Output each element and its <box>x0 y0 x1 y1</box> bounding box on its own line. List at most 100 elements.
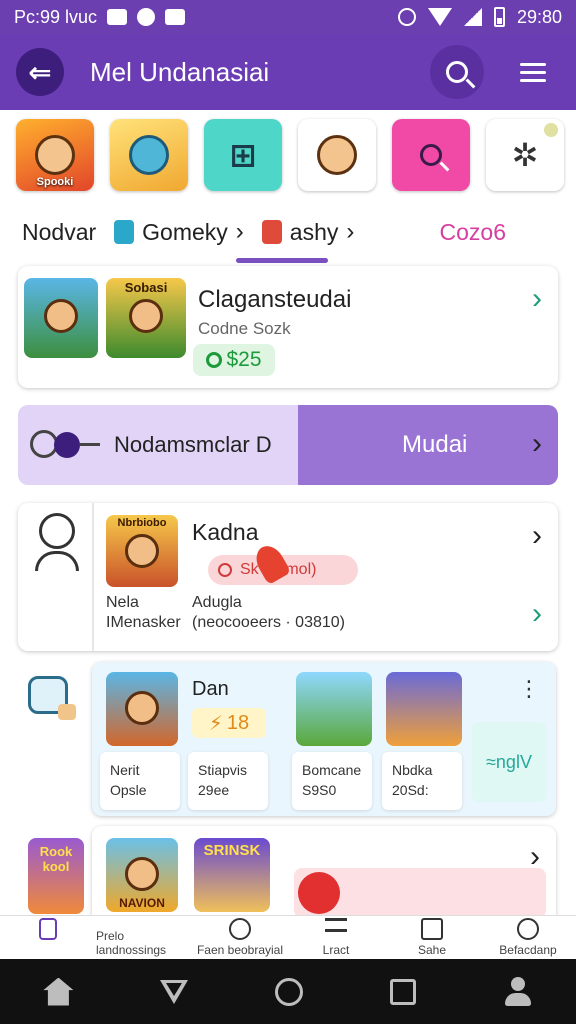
banner-text: Nodamsmclar D <box>114 432 272 457</box>
mini-title: Nerit <box>110 762 140 778</box>
recents-icon[interactable] <box>389 978 416 1005</box>
chevron-right-icon: › <box>235 218 244 245</box>
price-badge: $25 <box>193 344 275 376</box>
mini-sub: 29ee <box>198 782 230 798</box>
category-tiles: Spooki ⊞ ✲ <box>16 119 564 191</box>
more-options-icon[interactable]: ⋮ <box>518 676 540 702</box>
menu-button[interactable] <box>506 45 560 99</box>
search-button[interactable] <box>430 45 484 99</box>
mini-game-card[interactable]: Bomcane S9S0 <box>292 752 372 810</box>
game-thumbnail: NAVION <box>106 838 178 912</box>
search-icon <box>517 918 539 940</box>
logo-icon <box>30 428 102 462</box>
thumb-label: NAVION <box>119 896 165 910</box>
meta-line: Nela <box>106 594 139 611</box>
badge-dot <box>544 123 558 137</box>
character-icon <box>44 298 78 333</box>
game-grid-card[interactable]: Dan ⚡ 18 ⋮ Nerit Opsle Stiapvis 29ee Bom… <box>92 662 556 816</box>
tab-indicator <box>236 258 328 263</box>
mascot-icon <box>317 135 357 175</box>
card-title: Kadna <box>192 519 259 545</box>
price-label: $25 <box>226 348 262 371</box>
nav-item-sahe[interactable]: Sahe <box>384 916 480 959</box>
meta-line: IMenasker <box>106 614 181 631</box>
alarm-icon <box>397 8 416 26</box>
nav-item-faen[interactable]: Faen beobrayial <box>192 916 288 959</box>
tile-blocks[interactable]: ⊞ <box>204 119 282 191</box>
tab-nodvar[interactable]: Nodvar <box>22 219 96 246</box>
game-thumbnail: Nbrbiobo <box>106 515 178 587</box>
thumb-label: Nbrbiobo <box>117 517 167 529</box>
app-bar: ⇐ Mel Undanasiai <box>0 34 576 110</box>
card-subtitle: Codne Sozk <box>198 319 291 338</box>
nav-item-home[interactable] <box>0 916 96 959</box>
promo-banner[interactable]: Nodamsmclar D Mudai › <box>18 405 558 485</box>
mini-game-card[interactable]: Nerit Opsle <box>100 752 180 810</box>
system-nav-bar <box>0 959 576 1024</box>
game-thumbnail <box>386 672 462 746</box>
card-title: Clagansteudai <box>198 286 352 313</box>
chevron-right-icon[interactable]: › <box>530 842 540 872</box>
image-icon <box>165 9 186 25</box>
side-panel[interactable]: ≈nglV <box>472 722 546 802</box>
thumb-label: Rook kool <box>39 844 73 874</box>
character-icon <box>125 533 159 568</box>
hourglass-icon <box>39 918 57 940</box>
meta-line: Adugla <box>192 594 242 611</box>
blocks-icon: ⊞ <box>229 137 257 173</box>
chevron-right-icon[interactable]: › <box>532 284 542 314</box>
promo-icon <box>298 872 340 914</box>
menu-icon <box>520 62 546 82</box>
character-icon <box>125 691 159 726</box>
tile-search[interactable] <box>392 119 470 191</box>
mini-game-card[interactable]: Stiapvis 29ee <box>188 752 268 810</box>
chevron-right-icon[interactable]: › <box>532 599 542 629</box>
featured-card[interactable]: Sobasi Clagansteudai Codne Sozk $25 › <box>18 266 558 388</box>
back-triangle-icon[interactable] <box>160 979 189 1004</box>
tab-label: Cozo6 <box>439 218 506 245</box>
battery-icon <box>493 7 505 27</box>
badge-value: 18 <box>226 711 250 734</box>
banner-action-button[interactable]: Mudai › <box>298 405 558 485</box>
banner-action-label: Mudai <box>402 431 468 458</box>
chevron-right-icon: › <box>532 427 542 460</box>
coin-icon <box>206 352 223 368</box>
tab-label: ashy <box>289 218 339 245</box>
bolt-icon: ⚡ <box>208 712 223 735</box>
tab-ashy[interactable]: ashy › <box>261 218 355 246</box>
user-icon[interactable] <box>503 976 533 1007</box>
game-list-card[interactable]: Nbrbiobo Kadna Sk Mamol) Nela IMenasker … <box>18 503 558 651</box>
status-bar: Pc:99 lvuc 29:80 <box>0 0 576 34</box>
game-thumbnail: SRINSK <box>194 838 270 912</box>
nav-label: Befacdanp <box>499 943 557 957</box>
tile-mascot[interactable] <box>298 119 376 191</box>
search-icon <box>446 61 468 83</box>
nav-item-prelo[interactable]: Prelo landnossings <box>96 916 192 959</box>
app-icon <box>114 220 135 244</box>
tile-spooki[interactable]: Spooki <box>16 119 94 191</box>
back-button[interactable]: ⇐ <box>16 48 64 96</box>
game-list-card[interactable]: NAVION SRINSK › <box>92 826 556 926</box>
tab-label: Nodvar <box>22 218 97 245</box>
nav-item-befacdanp[interactable]: Befacdanp <box>480 916 576 959</box>
promo-strip[interactable] <box>294 868 546 918</box>
tab-cozo[interactable]: Cozo6 <box>440 219 554 246</box>
magnifier-icon <box>420 144 442 166</box>
nav-item-lract[interactable]: Lract <box>288 916 384 959</box>
character-icon <box>35 135 75 175</box>
mini-title: Nbdka <box>392 762 433 778</box>
tab-gomeky[interactable]: Gomeky › <box>114 218 244 246</box>
chevron-right-icon[interactable]: › <box>532 521 542 551</box>
tile-gear[interactable]: ✲ <box>486 119 564 191</box>
home-icon[interactable] <box>43 977 74 1006</box>
character-icon <box>125 857 159 892</box>
thumb-label: Sobasi <box>124 280 168 295</box>
chevron-right-icon: › <box>346 218 355 245</box>
tile-label: Spooki <box>36 176 74 188</box>
mini-game-card[interactable]: Nbdka 20Sd: <box>382 752 462 810</box>
game-thumbnail <box>24 278 98 358</box>
tile-robot[interactable] <box>110 119 188 191</box>
mini-title: Bomcane <box>302 762 362 778</box>
home-circle-icon[interactable] <box>274 977 303 1006</box>
status-time-right: 29:80 <box>516 6 562 27</box>
